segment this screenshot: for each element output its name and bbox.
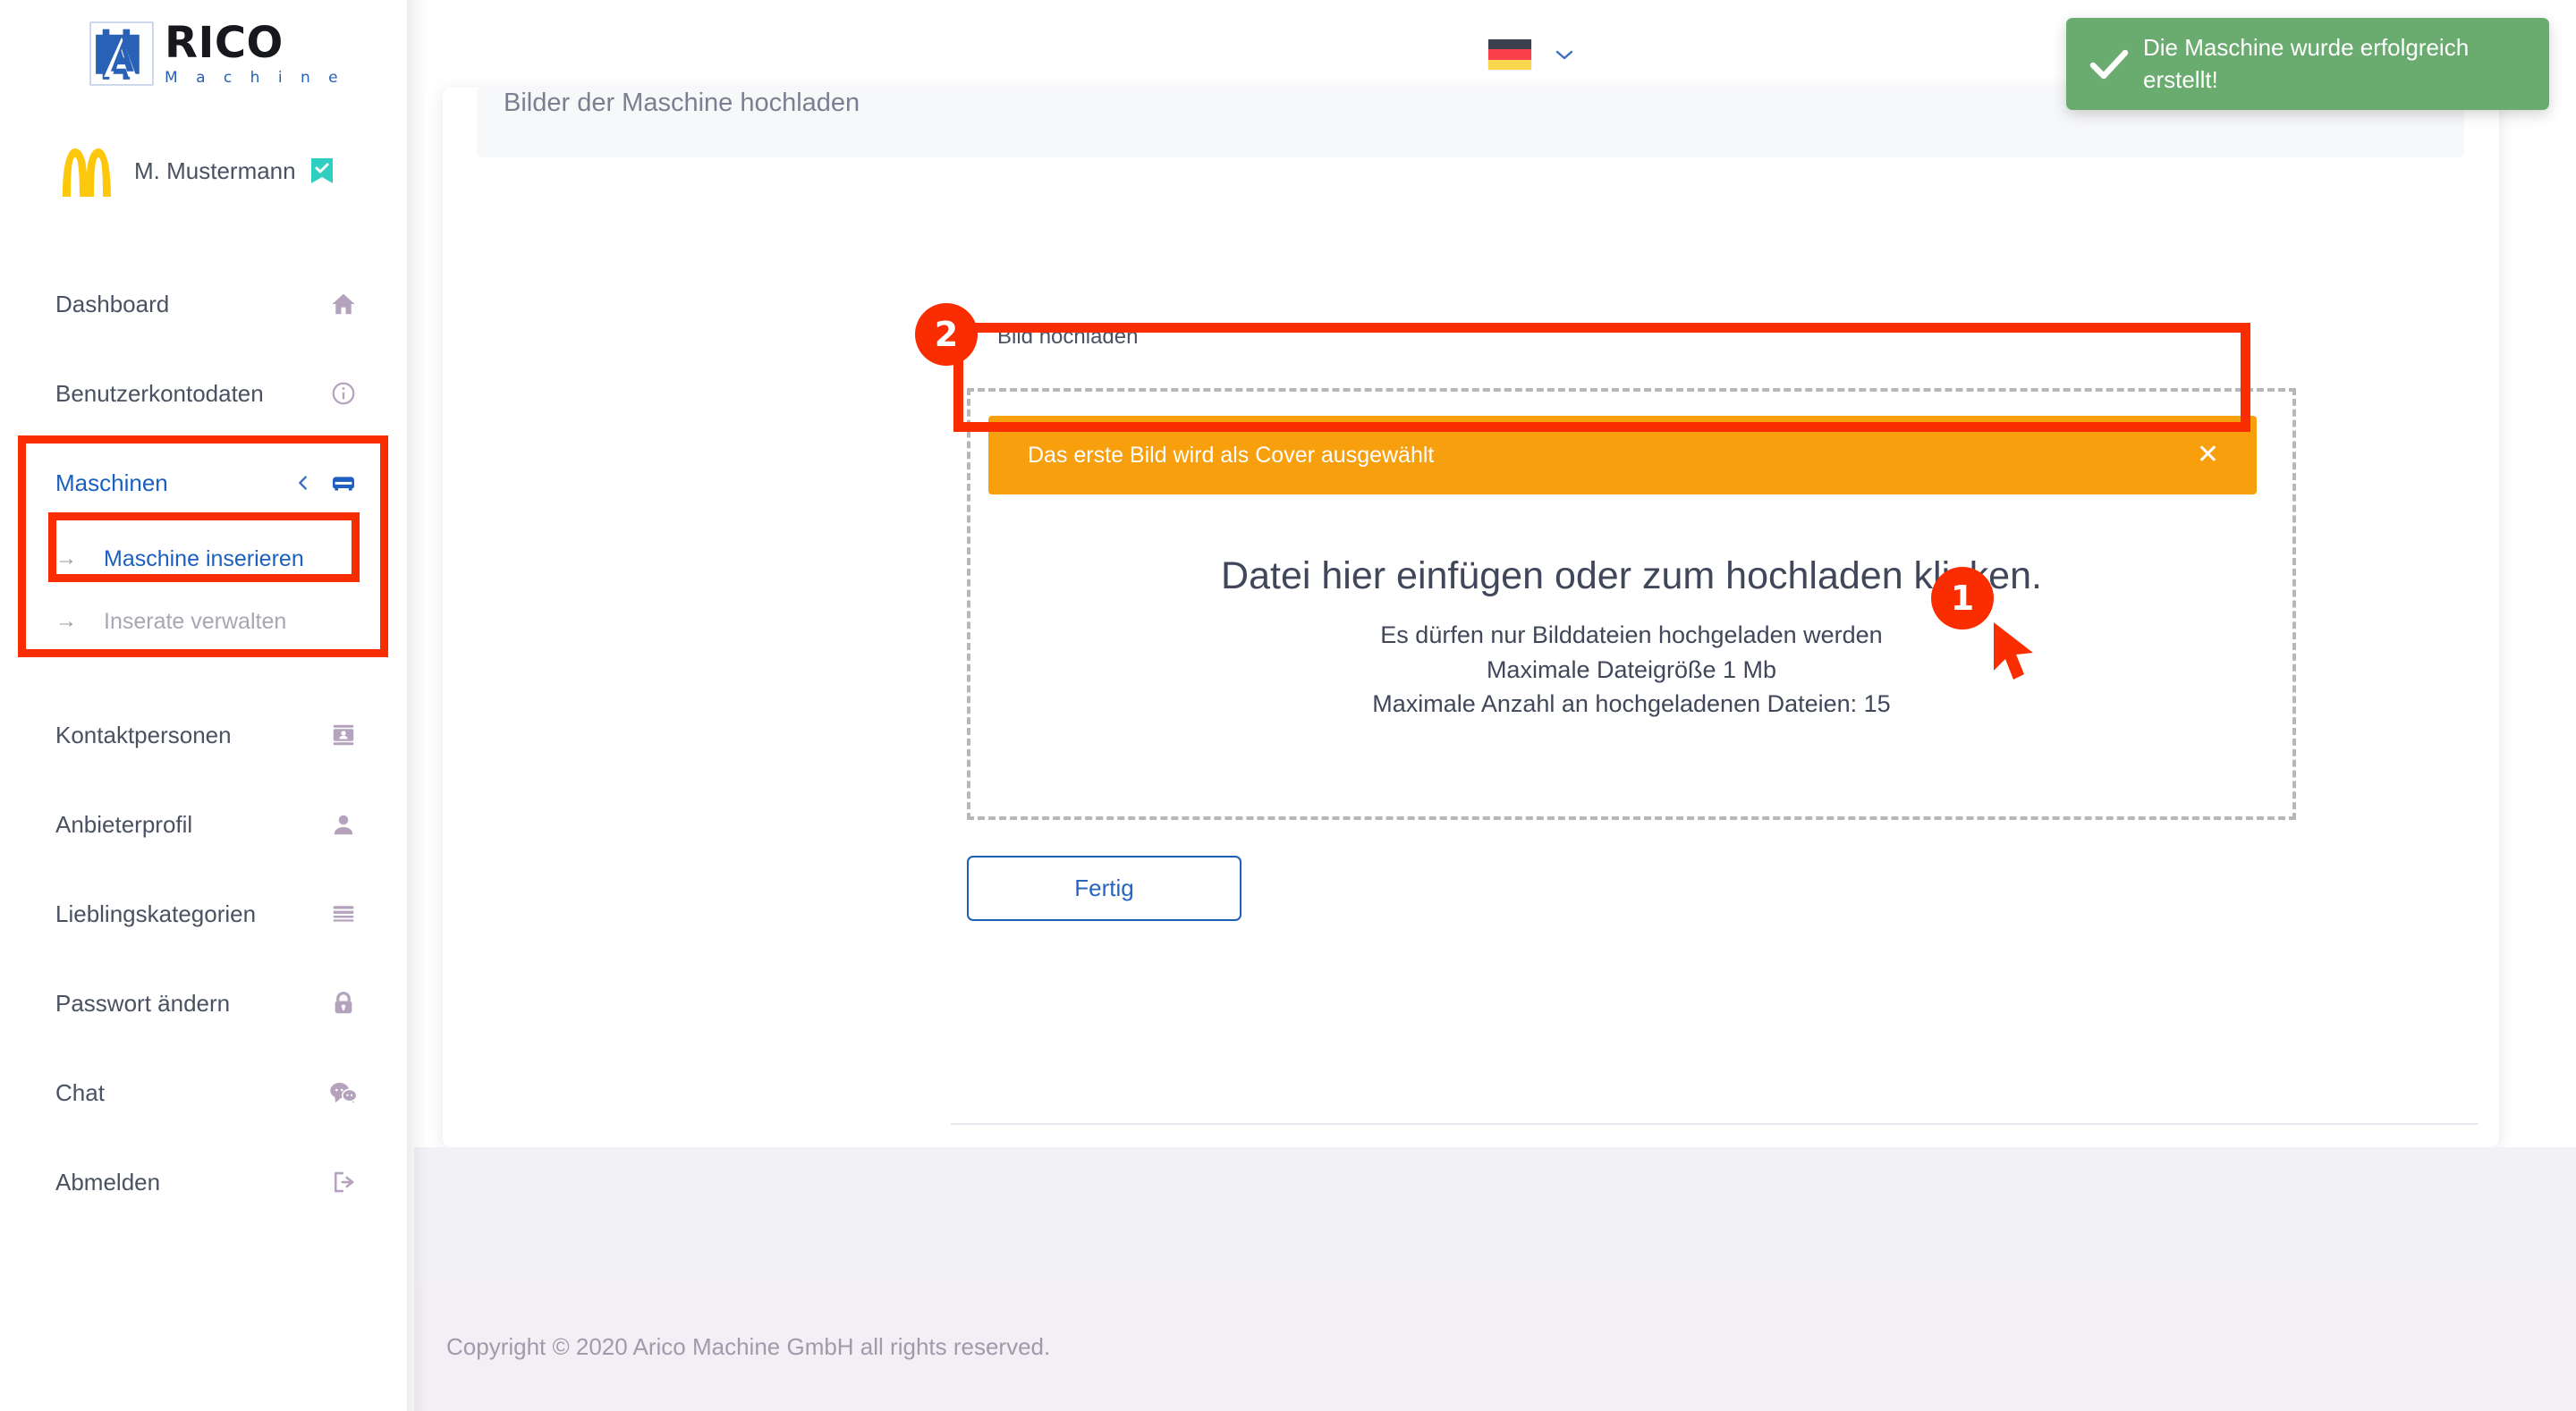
- list-lines-icon: [328, 899, 359, 929]
- app-root: RICO M a c h i n e M. Mustermann Dashboa…: [0, 0, 2576, 1411]
- sidebar-item-label: Dashboard: [55, 290, 170, 317]
- page-title: Bilder der Maschine hochladen: [504, 88, 860, 117]
- footer-spacer: [414, 1147, 2576, 1283]
- sidebar-item-label: Maschinen: [55, 469, 168, 496]
- sidebar-subitem-label: Inserate verwalten: [104, 608, 287, 634]
- verified-bookmark-check-icon: [310, 158, 333, 183]
- user-profile-row[interactable]: M. Mustermann: [55, 143, 404, 199]
- chat-bubbles-icon: [328, 1077, 359, 1108]
- sidebar-item-chat[interactable]: Chat: [0, 1048, 414, 1137]
- copyright-text: Copyright © 2020 Arico Machine GmbH all …: [446, 1333, 1051, 1360]
- brand-name-secondary: M a c h i n e: [165, 68, 345, 87]
- sidebar-item-dashboard[interactable]: Dashboard: [0, 259, 414, 349]
- content-card: Bilder der Maschine hochladen Bild hochl…: [443, 88, 2499, 1147]
- toast-message: Die Maschine wurde erfolgreich erstellt!: [2143, 34, 2470, 93]
- annotation-badge-2: 2: [915, 303, 978, 366]
- sidebar-item-abmelden[interactable]: Abmelden: [0, 1137, 414, 1227]
- dropzone-constraint-line: Maximale Anzahl an hochgeladenen Dateien…: [1372, 690, 1891, 718]
- info-circle-icon: [328, 378, 359, 409]
- home-icon: [328, 289, 359, 319]
- sidebar-item-anbieterprofil[interactable]: Anbieterprofil: [0, 780, 414, 869]
- dropzone-headline: Datei hier einfügen oder zum hochladen k…: [1221, 554, 2042, 597]
- chevron-down-icon[interactable]: [1555, 45, 1574, 64]
- success-toast[interactable]: Die Maschine wurde erfolgreich erstellt!: [2066, 18, 2549, 110]
- mouse-cursor-icon: [1994, 622, 2033, 680]
- language-selector[interactable]: [1488, 39, 1574, 70]
- contact-card-icon: [328, 720, 359, 750]
- german-flag-icon: [1488, 39, 1531, 70]
- sidebar-item-label: Passwort ändern: [55, 989, 231, 1017]
- gear-a-logo-icon: [89, 21, 154, 86]
- footer: Copyright © 2020 Arico Machine GmbH all …: [414, 1283, 2576, 1411]
- sidebar-item-benutzerkontodaten[interactable]: Benutzerkontodaten: [0, 349, 414, 438]
- lock-icon: [328, 988, 359, 1018]
- sidebar-item-label: Anbieterprofil: [55, 810, 193, 838]
- alert-message: Das erste Bild wird als Cover ausgewählt: [1028, 442, 1435, 468]
- sidebar-item-label: Abmelden: [55, 1168, 161, 1196]
- sidebar-item-label: Chat: [55, 1078, 105, 1106]
- user-name: M. Mustermann: [134, 156, 296, 184]
- sidebar-nav: Dashboard Benutzerkontodaten Maschinen →…: [0, 259, 414, 1227]
- logout-icon: [328, 1167, 359, 1197]
- file-dropzone[interactable]: Das erste Bild wird als Cover ausgewählt…: [967, 388, 2296, 820]
- person-icon: [328, 809, 359, 840]
- brand-wordmark: RICO M a c h i n e: [165, 21, 344, 87]
- sidebar-item-label: Benutzerkontodaten: [55, 379, 264, 407]
- brand-logo[interactable]: RICO M a c h i n e: [88, 20, 344, 88]
- close-x-icon[interactable]: ✕: [2197, 442, 2219, 469]
- sidebar-item-passwort-aendern[interactable]: Passwort ändern: [0, 959, 414, 1048]
- dropzone-constraint-line: Es dürfen nur Bilddateien hochgeladen we…: [1380, 621, 1883, 648]
- arrow-right-icon: →: [55, 609, 77, 633]
- sidebar-subitem-maschine-inserieren[interactable]: → Maschine inserieren: [0, 528, 414, 590]
- sidebar-item-kontaktpersonen[interactable]: Kontaktpersonen: [0, 690, 414, 780]
- arrow-right-icon: →: [55, 546, 77, 570]
- sidebar-item-lieblingskategorien[interactable]: Lieblingskategorien: [0, 869, 414, 959]
- cover-image-alert: Das erste Bild wird als Cover ausgewählt…: [988, 416, 2257, 494]
- sidebar-item-maschinen[interactable]: Maschinen: [0, 438, 414, 528]
- dropzone-constraints: Es dürfen nur Bilddateien hochgeladen we…: [970, 618, 2292, 722]
- brand-name-primary: RICO: [165, 17, 284, 68]
- sidebar-item-label: Kontaktpersonen: [55, 721, 232, 748]
- sidebar-submenu-maschinen: → Maschine inserieren → Inserate verwalt…: [0, 528, 414, 653]
- annotation-badge-1: 1: [1931, 567, 1994, 629]
- chevron-left-icon: [291, 470, 316, 495]
- golden-arches-avatar-icon: [63, 148, 111, 197]
- sidebar-subitem-label: Maschine inserieren: [104, 545, 304, 571]
- dropzone-constraint-line: Maximale Dateigröße 1 Mb: [1486, 655, 1777, 683]
- vehicle-icon: [328, 468, 359, 498]
- sidebar-subitem-inserate-verwalten[interactable]: → Inserate verwalten: [0, 590, 414, 653]
- done-button[interactable]: Fertig: [967, 856, 1241, 921]
- sidebar: RICO M a c h i n e M. Mustermann Dashboa…: [0, 0, 414, 1411]
- check-icon: [2084, 46, 2134, 82]
- upload-field-label: Bild hochladen: [997, 325, 1139, 349]
- section-divider: [951, 1123, 2479, 1125]
- sidebar-item-label: Lieblingskategorien: [55, 900, 257, 927]
